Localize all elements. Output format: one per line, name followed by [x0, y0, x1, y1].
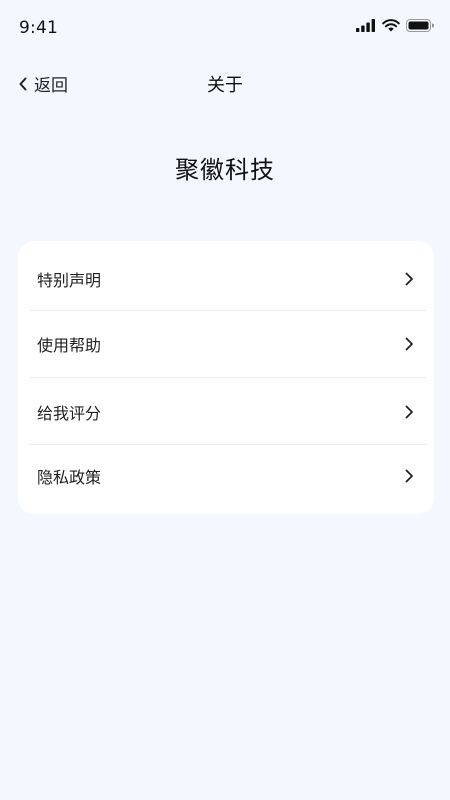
menu-item-label: 给我评分 — [37, 404, 102, 423]
menu-card: 特别声明 使用帮助 给我评分 隐私政策 — [18, 241, 434, 514]
chevron-right-icon — [405, 272, 413, 286]
chevron-right-icon — [405, 469, 413, 483]
company-name: 聚徽科技 — [175, 156, 275, 184]
cellular-signal-icon — [356, 19, 375, 32]
menu-item-label: 使用帮助 — [37, 336, 102, 355]
battery-icon — [406, 19, 434, 32]
wifi-icon — [382, 19, 400, 32]
menu-item-special-statement[interactable]: 特别声明 — [30, 258, 426, 300]
menu-item-help[interactable]: 使用帮助 — [30, 323, 426, 365]
status-bar: 9:41 — [0, 0, 450, 60]
divider — [30, 310, 426, 311]
divider — [30, 444, 426, 445]
status-time: 9:41 — [19, 18, 58, 38]
navigation-bar: 返回 关于 — [0, 62, 450, 106]
back-label: 返回 — [34, 76, 68, 96]
divider — [30, 377, 426, 378]
chevron-left-icon — [19, 77, 27, 90]
menu-item-privacy-policy[interactable]: 隐私政策 — [30, 455, 426, 497]
chevron-right-icon — [405, 405, 413, 419]
menu-item-rate-us[interactable]: 给我评分 — [30, 391, 426, 433]
menu-item-label: 特别声明 — [37, 271, 102, 290]
menu-item-label: 隐私政策 — [37, 468, 102, 487]
chevron-right-icon — [405, 337, 413, 351]
back-button[interactable]: 返回 — [18, 71, 68, 96]
status-icons — [356, 19, 434, 32]
